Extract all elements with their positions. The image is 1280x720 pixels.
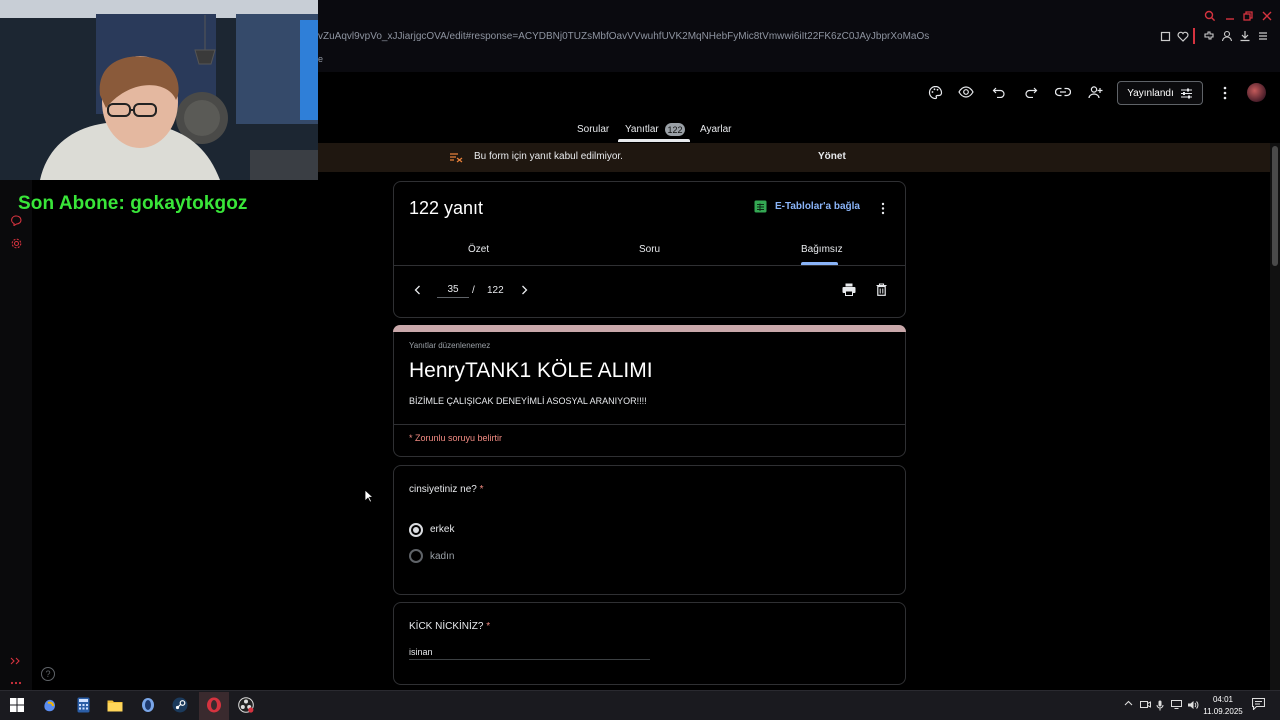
palette-icon[interactable]	[927, 84, 943, 100]
question-label: cinsiyetiniz ne? *	[409, 484, 484, 495]
sidebar-more-icon[interactable]	[10, 680, 22, 686]
bookmark-icon[interactable]	[1159, 30, 1171, 42]
form-title: HenryTANK1 KÖLE ALIMI	[409, 359, 653, 382]
clock-date[interactable]: 11.09.2025	[1203, 707, 1243, 716]
publish-label: Yayınlandı	[1127, 87, 1174, 99]
readonly-note: Yanıtlar düzenlenemez	[409, 341, 491, 350]
scrollbar-thumb[interactable]	[1272, 146, 1278, 266]
divider	[393, 265, 906, 266]
tune-icon	[1180, 88, 1193, 99]
radio-kadin[interactable]	[409, 549, 423, 563]
title-color-band	[393, 325, 906, 332]
settings-icon[interactable]	[10, 237, 22, 249]
messenger-icon[interactable]	[10, 214, 22, 226]
calculator-icon[interactable]	[74, 696, 92, 714]
close-icon[interactable]	[1260, 9, 1274, 23]
more-vert-icon[interactable]	[1219, 85, 1231, 101]
required-mark: *	[479, 484, 484, 495]
link-icon[interactable]	[1055, 84, 1071, 100]
browser-menu-icon[interactable]	[1257, 30, 1269, 42]
form-closed-icon	[449, 151, 463, 163]
required-note: * Zorunlu soruyu belirtir	[409, 433, 503, 443]
option-label: kadın	[430, 551, 455, 562]
undo-icon[interactable]	[991, 84, 1007, 100]
manage-button[interactable]: Yönet	[818, 151, 846, 162]
divider	[393, 424, 906, 425]
windows-start-icon[interactable]	[8, 696, 26, 714]
eye-icon[interactable]	[958, 84, 974, 100]
response-count: 122 yanıt	[409, 198, 484, 218]
add-person-icon[interactable]	[1087, 84, 1103, 100]
avatar[interactable]	[1247, 83, 1266, 102]
publish-button[interactable]: Yayınlandı	[1117, 81, 1203, 105]
file-explorer-icon[interactable]	[106, 696, 124, 714]
app-icon[interactable]	[139, 696, 157, 714]
responses-count-badge: 122	[665, 123, 685, 136]
opera-icon[interactable]	[205, 696, 223, 714]
help-icon[interactable]: ?	[41, 667, 55, 681]
url-fragment: e	[318, 54, 324, 64]
notifications-icon[interactable]	[1252, 698, 1265, 710]
steam-icon[interactable]	[171, 696, 189, 714]
camera-icon[interactable]	[1140, 700, 1151, 709]
chevron-right-icon[interactable]	[519, 284, 529, 296]
copilot-icon[interactable]	[41, 696, 59, 714]
subtab-question[interactable]: Soru	[639, 244, 660, 255]
browser-sidebar	[0, 180, 32, 690]
print-icon[interactable]	[842, 283, 856, 296]
answer-underline	[409, 659, 650, 660]
active-tab-indicator	[618, 139, 690, 142]
url-text[interactable]: vZuAqvl9vpVo_xJJiarjgcOVA/edit#response=…	[318, 31, 929, 42]
form-description: BİZİMLE ÇALIŞICAK DENEYİMLİ ASOSYAL ARAN…	[409, 396, 647, 406]
volume-icon[interactable]	[1187, 700, 1199, 710]
page-separator: /	[472, 285, 475, 296]
restore-icon[interactable]	[1241, 9, 1255, 23]
sidebar-separator	[1193, 28, 1195, 44]
page-number-input[interactable]	[437, 284, 469, 298]
taskbar	[0, 690, 1280, 720]
clock-time[interactable]: 04:01	[1205, 695, 1241, 704]
redo-icon[interactable]	[1023, 84, 1039, 100]
question-card	[393, 602, 906, 685]
microphone-icon[interactable]	[1156, 700, 1164, 711]
minimize-icon[interactable]	[1223, 9, 1237, 23]
tab-settings[interactable]: Ayarlar	[700, 124, 732, 135]
radio-erkek[interactable]	[409, 523, 423, 537]
stream-subscriber-overlay: Son Abone: gokaytokgoz	[18, 193, 248, 214]
delete-icon[interactable]	[875, 283, 887, 296]
subtab-individual[interactable]: Bağımsız	[801, 244, 843, 255]
tab-responses[interactable]: Yanıtlar	[625, 124, 659, 135]
network-icon[interactable]	[1171, 700, 1182, 709]
page-total: 122	[487, 285, 504, 296]
search-icon[interactable]	[1203, 9, 1217, 23]
sidebar-ext-icon[interactable]	[10, 656, 22, 666]
link-to-sheets-button[interactable]: E-Tablolar'a bağla	[754, 200, 860, 213]
subtab-summary[interactable]: Özet	[468, 244, 489, 255]
banner-message: Bu form için yanıt kabul edilmiyor.	[474, 151, 623, 162]
question-text: KİCK NİCKİNİZ?	[409, 621, 484, 632]
required-mark: *	[486, 621, 491, 632]
extensions-icon[interactable]	[1203, 30, 1215, 42]
heart-icon[interactable]	[1177, 30, 1189, 42]
profile-icon[interactable]	[1221, 30, 1233, 42]
more-vert-icon[interactable]	[878, 201, 888, 215]
option-label: erkek	[430, 524, 455, 535]
sheets-link-label: E-Tablolar'a bağla	[775, 201, 860, 212]
webcam-overlay	[0, 0, 318, 180]
download-icon[interactable]	[1239, 30, 1251, 42]
sheets-icon	[754, 200, 767, 213]
mouse-cursor-icon	[364, 489, 374, 503]
chevron-left-icon[interactable]	[412, 284, 422, 296]
tab-questions[interactable]: Sorular	[577, 124, 609, 135]
question-text: cinsiyetiniz ne?	[409, 484, 477, 495]
question-label: KİCK NİCKİNİZ? *	[409, 621, 490, 632]
answer-text: isinan	[409, 647, 433, 657]
chevron-up-icon[interactable]	[1124, 700, 1133, 706]
obs-icon[interactable]	[237, 696, 255, 714]
